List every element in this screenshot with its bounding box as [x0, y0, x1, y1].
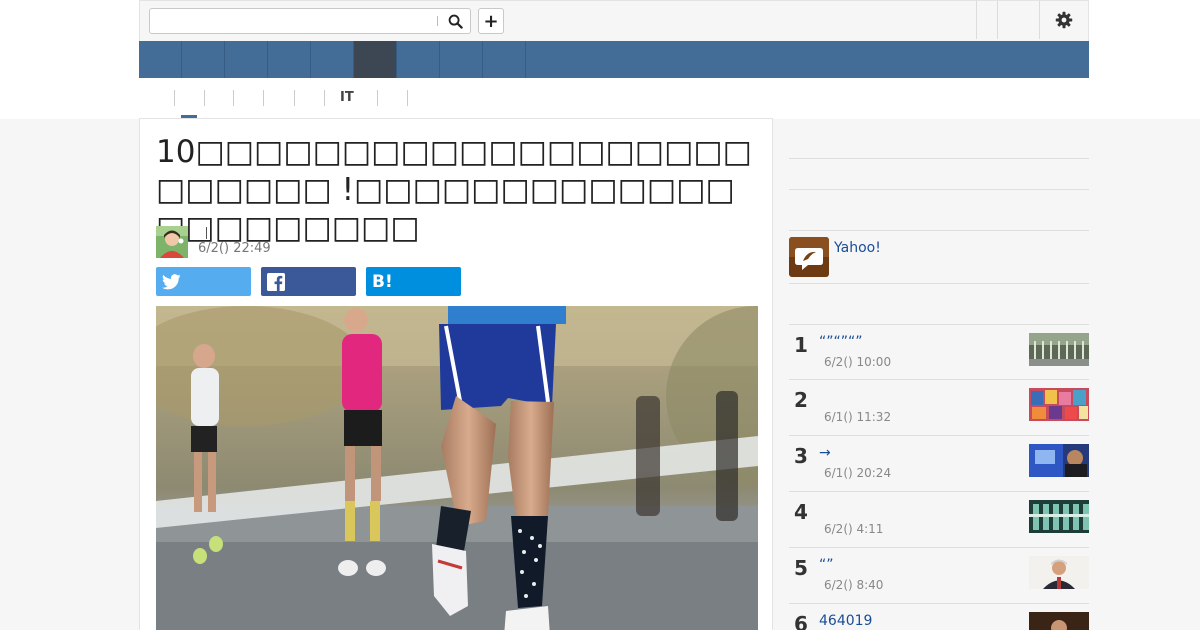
- ranking-item[interactable]: 2 6/1() 11:32: [789, 379, 1089, 435]
- article-photo: [156, 306, 758, 630]
- search-icon: [448, 14, 463, 29]
- subnav-item[interactable]: [263, 90, 293, 106]
- search-button[interactable]: [442, 10, 468, 32]
- nav-tab[interactable]: [268, 41, 311, 78]
- article-headline: 10□□□□□□□□□□□□□□□□□□□□□□□□□ !□□□□□□□□□□□…: [156, 134, 752, 246]
- subnav-item[interactable]: [204, 90, 234, 106]
- sidebar-divider: [789, 230, 1089, 231]
- ranking-number: 5: [794, 556, 808, 580]
- yahoo-comment-icon[interactable]: [789, 237, 829, 277]
- ranking-number: 1: [794, 333, 808, 357]
- ranking-title[interactable]: “”“”“”: [819, 334, 863, 350]
- ranking-title[interactable]: “”: [819, 557, 834, 573]
- facebook-icon: [267, 272, 285, 291]
- article: 10□□□□□□□□□□□□□□□□□□□□□□□□□ !□□□□□□□□□□□…: [139, 118, 773, 630]
- ranking-thumbnail[interactable]: [1029, 388, 1089, 421]
- subnav-item[interactable]: [377, 90, 407, 106]
- publish-date: 6/2() 22:49: [198, 241, 271, 256]
- yahoo-comment-link[interactable]: Yahoo!: [834, 240, 881, 256]
- subnav-item[interactable]: [233, 90, 263, 106]
- ranking-item[interactable]: 6 464019: [789, 603, 1089, 630]
- subnav-item-it[interactable]: IT: [324, 90, 376, 106]
- nav-tab[interactable]: [225, 41, 268, 78]
- ranking-thumbnail[interactable]: [1029, 333, 1089, 366]
- nav-tab-active[interactable]: [354, 41, 397, 78]
- ranking-number: 2: [794, 388, 808, 412]
- sidebar-divider: [789, 158, 1089, 159]
- sub-nav: IT: [139, 78, 1089, 119]
- hatena-bookmark-button[interactable]: B!: [366, 267, 461, 296]
- nav-tab[interactable]: [483, 41, 526, 78]
- ranking-time: 6/2() 4:11: [824, 522, 884, 536]
- ranking-item[interactable]: 3 → 6/1() 20:24: [789, 435, 1089, 491]
- nav-tab[interactable]: [397, 41, 440, 78]
- subnav-item[interactable]: [294, 90, 324, 106]
- twitter-share-button[interactable]: [156, 267, 251, 296]
- add-button[interactable]: +: [478, 8, 504, 34]
- strip-divider: [976, 1, 977, 39]
- ranking-number: 3: [794, 444, 808, 468]
- author-avatar[interactable]: [156, 226, 188, 258]
- ranking-thumbnail[interactable]: [1029, 444, 1089, 477]
- nav-tab[interactable]: [182, 41, 225, 78]
- strip-divider: [997, 1, 998, 39]
- search-input[interactable]: [152, 11, 436, 31]
- hatena-bookmark-icon: B!: [372, 271, 393, 292]
- ranking-item[interactable]: 4 6/2() 4:11: [789, 491, 1089, 547]
- plus-icon: +: [483, 10, 499, 32]
- nav-tab[interactable]: [139, 41, 182, 78]
- ranking-time: 6/2() 8:40: [824, 578, 884, 592]
- nav-tab[interactable]: [440, 41, 483, 78]
- settings-button[interactable]: [1040, 1, 1088, 39]
- sidebar: Yahoo! 1 “”“”“” 6/2() 10:00 2 6/1() 11:3…: [789, 118, 1089, 630]
- ranking-thumbnail[interactable]: [1029, 612, 1089, 630]
- ranking-item[interactable]: 5 “” 6/2() 8:40: [789, 547, 1089, 603]
- facebook-share-button[interactable]: [261, 267, 356, 296]
- ranking-time: 6/1() 11:32: [824, 410, 892, 424]
- ranking-number: 4: [794, 500, 808, 524]
- search-box: [149, 8, 471, 34]
- category-nav: [139, 41, 1089, 78]
- nav-tab[interactable]: [311, 41, 354, 78]
- subnav-divider: [407, 90, 409, 106]
- ranking-number: 6: [794, 612, 808, 630]
- twitter-icon: [162, 273, 181, 289]
- sidebar-divider: [789, 283, 1089, 284]
- ranking-item[interactable]: 1 “”“”“” 6/2() 10:00: [789, 324, 1089, 380]
- ranking-time: 6/1() 20:24: [824, 466, 892, 480]
- search-divider: [437, 16, 438, 26]
- ranking-time: 6/2() 10:00: [824, 355, 892, 369]
- gear-icon: [1055, 11, 1073, 29]
- ranking-title[interactable]: 464019: [819, 613, 872, 629]
- ranking-title[interactable]: →: [819, 445, 831, 461]
- sidebar-divider: [789, 189, 1089, 190]
- date-separator: [206, 227, 207, 239]
- ranking-thumbnail[interactable]: [1029, 556, 1089, 589]
- ranking-thumbnail[interactable]: [1029, 500, 1089, 533]
- subnav-item[interactable]: [174, 90, 204, 106]
